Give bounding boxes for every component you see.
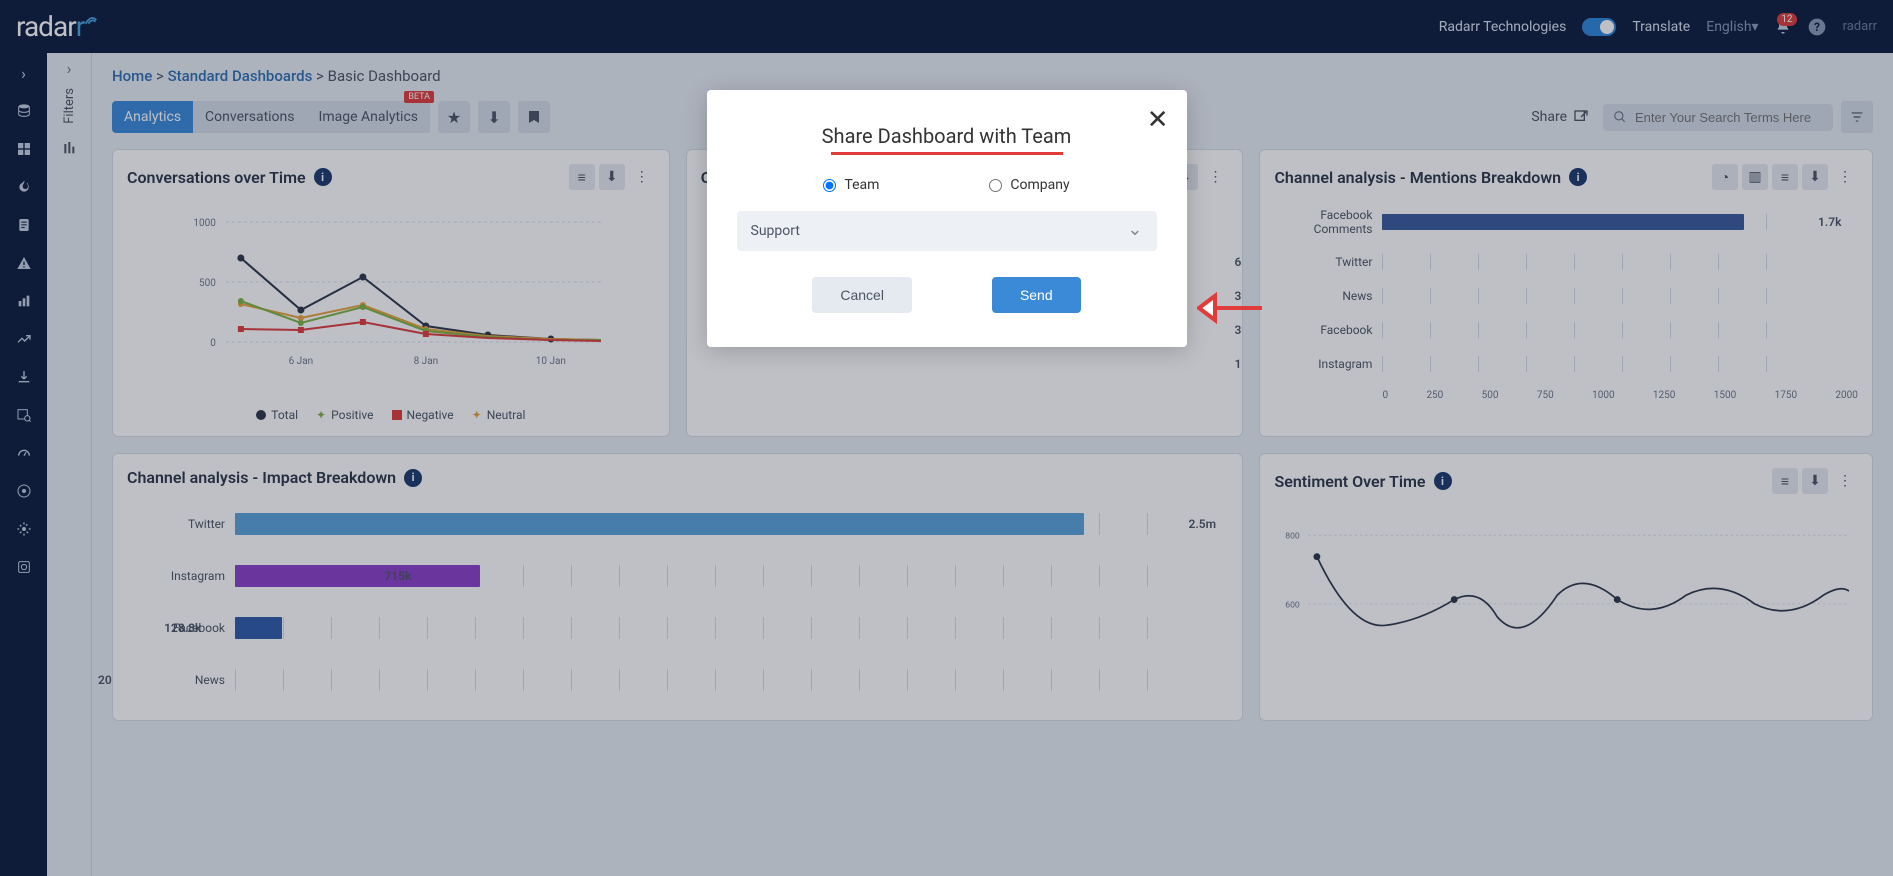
close-icon: ✕ (1147, 104, 1169, 134)
radio-company-input[interactable] (989, 179, 1002, 192)
share-dashboard-modal: ✕ Share Dashboard with Team Team Company… (707, 90, 1187, 347)
modal-overlay[interactable]: ✕ Share Dashboard with Team Team Company… (0, 0, 1893, 876)
radio-team-input[interactable] (823, 179, 836, 192)
share-scope-radios: Team Company (737, 177, 1157, 193)
modal-title: Share Dashboard with Team (737, 124, 1157, 148)
arrow-annotation (1197, 288, 1267, 328)
title-underline-annotation (831, 152, 1063, 155)
radio-company[interactable]: Company (989, 177, 1069, 193)
send-button[interactable]: Send (992, 277, 1081, 313)
team-select[interactable]: Support (737, 211, 1157, 251)
radio-team[interactable]: Team (823, 177, 879, 193)
cancel-button[interactable]: Cancel (812, 277, 912, 313)
modal-close-button[interactable]: ✕ (1147, 104, 1169, 135)
